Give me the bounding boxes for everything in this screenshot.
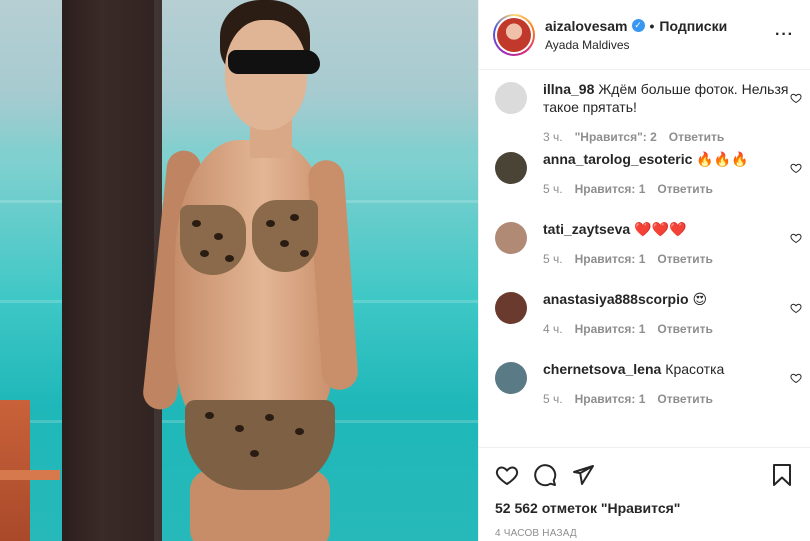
comment-time[interactable]: 5 ч. (543, 180, 563, 198)
comment-username[interactable]: anna_tarolog_esoteric (543, 151, 692, 167)
swimsuit-top (180, 205, 246, 275)
post-header: aizalovesam ✓ • Подписки Ayada Maldives … (479, 0, 810, 70)
commenter-avatar[interactable] (495, 82, 527, 114)
comment-item: anna_tarolog_esoteric 🔥🔥🔥 5 ч. Нравится: … (479, 150, 810, 220)
more-options-icon[interactable]: ··· (775, 26, 794, 44)
comment-time[interactable]: 3 ч. (543, 128, 563, 146)
comment-item: anastasiya888scorpio 😍 4 ч. Нравится: 1 О… (479, 290, 810, 360)
swimsuit-top (252, 200, 318, 272)
comment-item: chernetsova_lena Красотка 5 ч. Нравится: … (479, 360, 810, 430)
swimsuit-bottom (185, 400, 335, 490)
comment-reply-button[interactable]: Ответить (657, 320, 712, 338)
comment-reply-button[interactable]: Ответить (657, 180, 712, 198)
comment-time[interactable]: 5 ч. (543, 250, 563, 268)
post-timestamp[interactable]: 4 ЧАСОВ НАЗАД (495, 528, 794, 539)
post-actions: 52 562 отметок "Нравится" 4 ЧАСОВ НАЗАД (479, 447, 810, 539)
commenter-avatar[interactable] (495, 292, 527, 324)
comment-likes[interactable]: Нравится: 1 (575, 390, 646, 408)
comment-time[interactable]: 4 ч. (543, 320, 563, 338)
comment-text: ❤️❤️❤️ (634, 221, 687, 237)
commenter-avatar[interactable] (495, 222, 527, 254)
comment-likes[interactable]: Нравится: 1 (575, 180, 646, 198)
share-paper-plane-icon[interactable] (571, 463, 595, 487)
commenter-avatar[interactable] (495, 362, 527, 394)
comment-likes[interactable]: "Нравится": 2 (575, 128, 657, 146)
comment-bubble-icon[interactable] (533, 463, 557, 487)
comment-username[interactable]: anastasiya888scorpio (543, 291, 689, 307)
save-bookmark-icon[interactable] (770, 463, 794, 487)
author-avatar[interactable] (493, 13, 535, 56)
verified-badge-icon: ✓ (631, 19, 645, 32)
comment-username[interactable]: illna_98 (543, 81, 594, 97)
comment-username[interactable]: tati_zaytseva (543, 221, 630, 237)
comment-likes[interactable]: Нравится: 1 (575, 250, 646, 268)
comment-text: 🔥🔥🔥 (696, 151, 749, 167)
comment-username[interactable]: chernetsova_lena (543, 361, 661, 377)
comment-like-heart-icon[interactable] (790, 372, 802, 387)
header-separator: • (649, 17, 655, 34)
post-location[interactable]: Ayada Maldives (545, 38, 775, 52)
photo-person (141, 0, 360, 541)
comment-item: tati_zaytseva ❤️❤️❤️ 5 ч. Нравится: 1 Отв… (479, 220, 810, 290)
following-button[interactable]: Подписки (659, 18, 727, 34)
comment-text: 😍 (692, 291, 708, 307)
comment-time[interactable]: 5 ч. (543, 390, 563, 408)
comment-reply-button[interactable]: Ответить (657, 250, 712, 268)
photo-railing-bar (0, 470, 60, 480)
instagram-post: aizalovesam ✓ • Подписки Ayada Maldives … (0, 0, 810, 541)
comments-list[interactable]: illna_98 Ждём больше фоток. Нельзя такое … (479, 70, 810, 448)
person-head (225, 20, 307, 130)
comment-item: illna_98 Ждём больше фоток. Нельзя такое … (479, 80, 810, 150)
sunglasses (228, 50, 320, 74)
photo-pillar (62, 0, 162, 541)
comment-likes[interactable]: Нравится: 1 (575, 320, 646, 338)
comment-reply-button[interactable]: Ответить (657, 390, 712, 408)
post-side-panel: aizalovesam ✓ • Подписки Ayada Maldives … (478, 0, 810, 541)
post-photo[interactable] (0, 0, 478, 541)
like-heart-icon[interactable] (495, 463, 519, 487)
comment-like-heart-icon[interactable] (790, 302, 802, 317)
comment-reply-button[interactable]: Ответить (669, 128, 724, 146)
comment-like-heart-icon[interactable] (790, 92, 802, 107)
comment-like-heart-icon[interactable] (790, 232, 802, 247)
likes-count[interactable]: 52 562 отметок "Нравится" (495, 500, 794, 516)
commenter-avatar[interactable] (495, 152, 527, 184)
author-username[interactable]: aizalovesam (545, 18, 628, 34)
comment-like-heart-icon[interactable] (790, 162, 802, 177)
comment-text: Красотка (665, 361, 725, 377)
